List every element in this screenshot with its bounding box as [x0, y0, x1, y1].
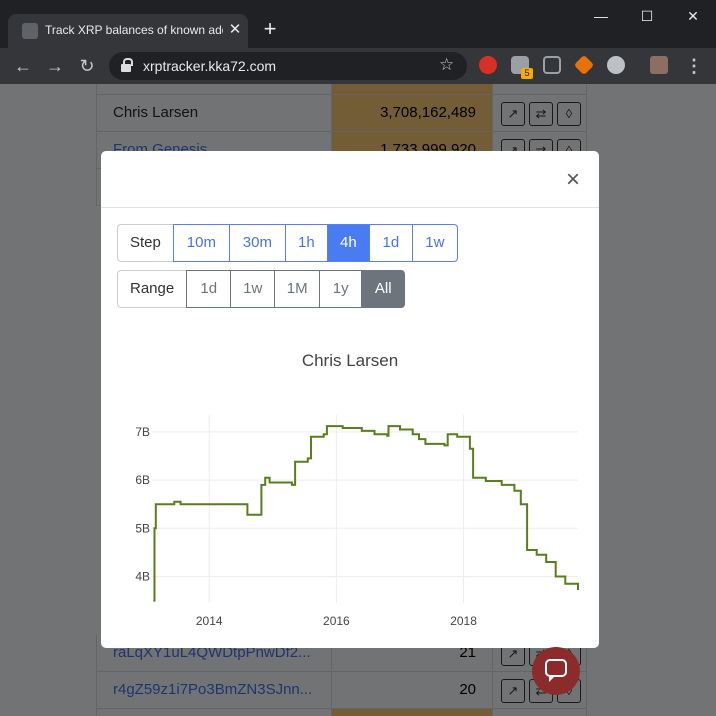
range-label: Range: [117, 270, 187, 308]
chart-title: Chris Larsen: [302, 351, 398, 370]
maximize-button[interactable]: ☐: [624, 4, 670, 28]
range-button-group: Range 1d 1w 1M 1y All: [117, 270, 406, 308]
tab-favicon-icon: [22, 23, 38, 39]
menu-kebab-icon[interactable]: ⋮: [682, 54, 706, 78]
step-option-1w[interactable]: 1w: [411, 224, 458, 262]
step-option-10m[interactable]: 10m: [172, 224, 230, 262]
profile-avatar[interactable]: [650, 56, 668, 74]
step-option-30m[interactable]: 30m: [228, 224, 286, 262]
extension-badge: 5: [521, 68, 533, 79]
lock-icon: [121, 58, 133, 72]
close-window-button[interactable]: ✕: [670, 4, 716, 28]
extension-tag-icon[interactable]: [573, 54, 595, 76]
chart-y-tick-label: 6B: [135, 473, 150, 487]
range-option-1d[interactable]: 1d: [186, 270, 232, 308]
extension-circle-icon[interactable]: [607, 56, 625, 74]
balance-chart-modal: × Step 10m 30m 1h 4h 1d 1w Range 1d 1w 1…: [101, 151, 599, 648]
close-icon[interactable]: ×: [563, 168, 583, 192]
chart-x-axis: 2014 2016 2018: [196, 614, 477, 628]
reload-icon[interactable]: ↻: [75, 54, 99, 78]
browser-toolbar: ← → ↻ xrptracker.kka72.com ☆ ⋮: [0, 48, 716, 84]
chart-x-tick-label: 2018: [450, 614, 477, 628]
chart-y-tick-label: 4B: [135, 569, 150, 583]
bookmark-star-icon[interactable]: ☆: [439, 55, 454, 75]
forward-arrow-icon[interactable]: →: [43, 54, 67, 78]
step-option-1h[interactable]: 1h: [284, 224, 328, 262]
chart-series-line: [153, 425, 579, 602]
address-bar[interactable]: xrptracker.kka72.com ☆: [109, 52, 467, 80]
chart-x-tick-label: 2014: [196, 614, 223, 628]
extension-privacy-icon[interactable]: [543, 56, 561, 74]
step-option-1d[interactable]: 1d: [368, 224, 413, 262]
modal-header: ×: [101, 151, 599, 208]
range-option-1w[interactable]: 1w: [230, 270, 276, 308]
step-label: Step: [117, 224, 173, 262]
range-option-All[interactable]: All: [361, 270, 406, 308]
back-arrow-icon[interactable]: ←: [11, 54, 35, 78]
new-tab-button[interactable]: +: [258, 18, 282, 42]
chart-y-tick-label: 7B: [135, 425, 150, 439]
range-option-1y[interactable]: 1y: [319, 270, 363, 308]
chart-grid: [152, 415, 578, 603]
tab-close-icon[interactable]: ✕: [226, 21, 244, 39]
url-text: xrptracker.kka72.com: [143, 58, 277, 74]
step-button-group: Step 10m 30m 1h 4h 1d 1w: [117, 224, 458, 262]
browser-titlebar: Track XRP balances of known addresses ✕ …: [0, 0, 716, 48]
chart-y-axis: 4B 5B 6B 7B: [135, 425, 150, 584]
balance-chart: Chris Larsen 4B 5B 6B 7B 2014 2016 2018: [135, 351, 579, 628]
chat-bubble-icon: [545, 659, 567, 682]
chat-button[interactable]: [532, 647, 580, 695]
tab-title: Track XRP balances of known addresses: [45, 23, 223, 37]
browser-tab[interactable]: Track XRP balances of known addresses ✕: [8, 14, 248, 48]
range-option-1M[interactable]: 1M: [274, 270, 321, 308]
minimize-button[interactable]: —: [578, 4, 624, 28]
extension-shield-icon[interactable]: [479, 56, 497, 74]
chart-series: [153, 425, 579, 602]
step-option-4h[interactable]: 4h: [326, 224, 370, 262]
chart-y-tick-label: 5B: [135, 521, 150, 535]
chart-x-tick-label: 2016: [323, 614, 350, 628]
